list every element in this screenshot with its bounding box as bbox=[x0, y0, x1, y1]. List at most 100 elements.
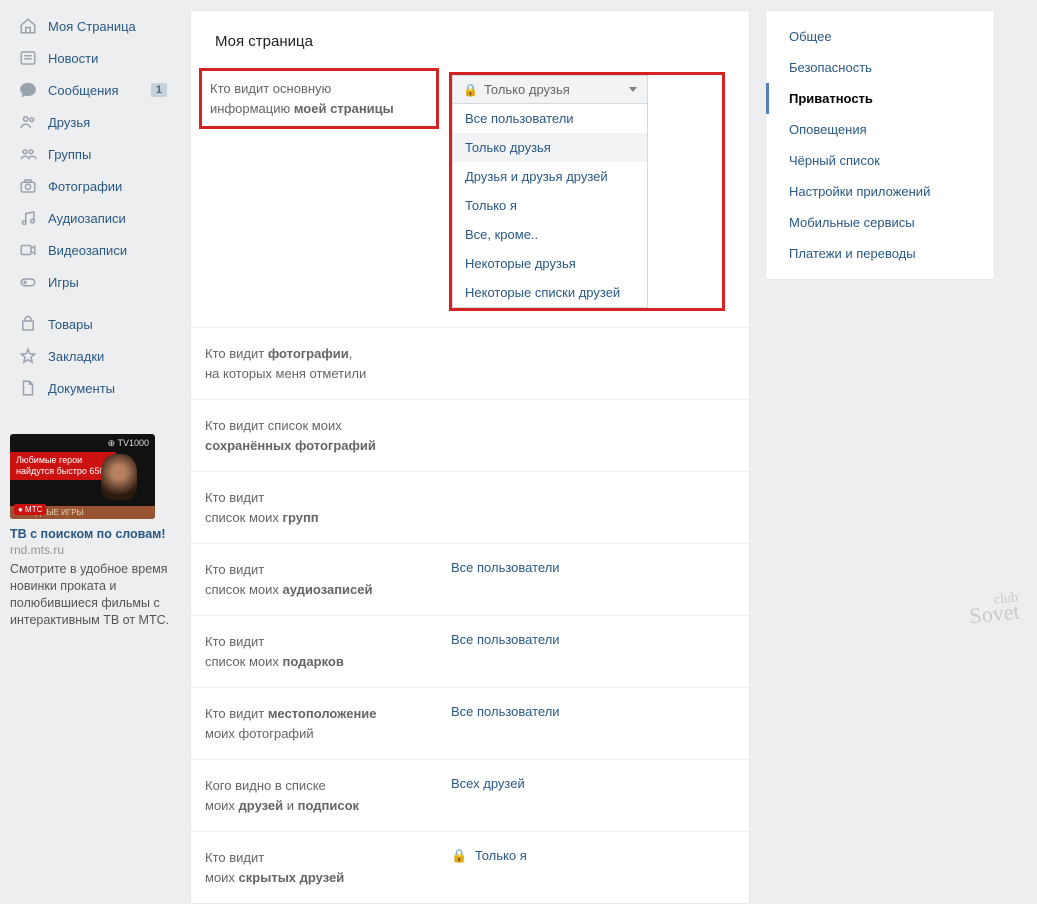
setting-label: Кто видит список моих групп bbox=[201, 488, 441, 527]
video-icon bbox=[18, 240, 38, 260]
setting-row-saved-photos: Кто видит список моих сохранённых фотогр… bbox=[191, 399, 749, 471]
dropdown-option[interactable]: Некоторые друзья bbox=[453, 249, 647, 278]
setting-label: Кто видит местоположение моих фотографий bbox=[201, 704, 441, 743]
ad-text: Смотрите в удобное время новинки проката… bbox=[10, 561, 175, 629]
settings-tab-privacy[interactable]: Приватность bbox=[766, 83, 994, 114]
settings-tab-apps[interactable]: Настройки приложений bbox=[766, 176, 994, 207]
gamepad-icon bbox=[18, 272, 38, 292]
setting-value[interactable]: 🔒 Только я bbox=[441, 848, 725, 864]
nav-market[interactable]: Товары bbox=[10, 308, 175, 340]
nav-label: Группы bbox=[48, 147, 167, 162]
page-title: Моя страница bbox=[191, 11, 749, 72]
dropdown-option[interactable]: Только я bbox=[453, 191, 647, 220]
camera-icon bbox=[18, 176, 38, 196]
settings-tab-mobile[interactable]: Мобильные сервисы bbox=[766, 207, 994, 238]
setting-label: Кто видит фотографии, на которых меня от… bbox=[201, 344, 441, 383]
dropdown-selected[interactable]: 🔒 Только друзья bbox=[452, 75, 648, 104]
settings-tab-payments[interactable]: Платежи и переводы bbox=[766, 238, 994, 269]
nav-messages[interactable]: Сообщения 1 bbox=[10, 74, 175, 106]
bag-icon bbox=[18, 314, 38, 334]
friends-icon bbox=[18, 112, 38, 132]
setting-label: Кого видно в списке моих друзей и подпис… bbox=[201, 776, 441, 815]
groups-icon bbox=[18, 144, 38, 164]
setting-value-link[interactable]: Все пользователи bbox=[451, 632, 560, 647]
nav-label: Видеозаписи bbox=[48, 243, 167, 258]
setting-row-groups: Кто видит список моих групп bbox=[191, 471, 749, 543]
nav-bookmarks[interactable]: Закладки bbox=[10, 340, 175, 372]
dropdown-option[interactable]: Некоторые списки друзей bbox=[453, 278, 647, 307]
nav-photos[interactable]: Фотографии bbox=[10, 170, 175, 202]
setting-value-link[interactable]: Все пользователи bbox=[451, 560, 560, 575]
setting-row-audio: Кто видит список моих аудиозаписей Все п… bbox=[191, 543, 749, 615]
nav-games[interactable]: Игры bbox=[10, 266, 175, 298]
dropdown-option[interactable]: Все пользователи bbox=[453, 104, 647, 133]
dropdown-selected-text: Только друзья bbox=[484, 82, 570, 97]
nav-label: Сообщения bbox=[48, 83, 151, 98]
nav-label: Игры bbox=[48, 275, 167, 290]
settings-panel: Моя страница Кто видит основную информац… bbox=[190, 10, 750, 904]
nav-my-page[interactable]: Моя Страница bbox=[10, 10, 175, 42]
setting-row-hidden-friends: Кто видит моих скрытых друзей 🔒 Только я bbox=[191, 831, 749, 903]
lock-icon: 🔒 bbox=[463, 83, 478, 97]
settings-nav: Общее Безопасность Приватность Оповещени… bbox=[765, 10, 995, 280]
nav-label: Аудиозаписи bbox=[48, 211, 167, 226]
setting-value-link[interactable]: Всех друзей bbox=[451, 776, 525, 791]
nav-label: Товары bbox=[48, 317, 167, 332]
messages-icon bbox=[18, 80, 38, 100]
setting-value[interactable]: Все пользователи bbox=[441, 704, 725, 719]
nav-news[interactable]: Новости bbox=[10, 42, 175, 74]
ad-mts-logo: ● МТС bbox=[14, 504, 46, 515]
chevron-down-icon bbox=[629, 87, 637, 92]
star-icon bbox=[18, 346, 38, 366]
dropdown-option[interactable]: Друзья и друзья друзей bbox=[453, 162, 647, 191]
setting-row-gifts: Кто видит список моих подарков Все польз… bbox=[191, 615, 749, 687]
setting-row-friends-list: Кого видно в списке моих друзей и подпис… bbox=[191, 759, 749, 831]
ad-tv-logo: ⊕ TV1000 bbox=[108, 438, 149, 449]
nav-documents[interactable]: Документы bbox=[10, 372, 175, 404]
dropdown-option[interactable]: Только друзья bbox=[453, 133, 647, 162]
nav-label: Моя Страница bbox=[48, 19, 167, 34]
ad-title: ТВ с поиском по словам! bbox=[10, 527, 175, 541]
setting-row-basic-info: Кто видит основную информацию моей стран… bbox=[191, 72, 749, 327]
home-icon bbox=[18, 16, 38, 36]
setting-row-location: Кто видит местоположение моих фотографий… bbox=[191, 687, 749, 759]
setting-value[interactable]: Все пользователи bbox=[441, 560, 725, 575]
nav-groups[interactable]: Группы bbox=[10, 138, 175, 170]
dropdown-highlight: 🔒 Только друзья Все пользователи Только … bbox=[449, 72, 725, 311]
nav-label: Новости bbox=[48, 51, 167, 66]
setting-label: Кто видит список моих сохранённых фотогр… bbox=[201, 416, 441, 455]
setting-label: Кто видит список моих аудиозаписей bbox=[201, 560, 441, 599]
settings-tab-blacklist[interactable]: Чёрный список bbox=[766, 145, 994, 176]
messages-badge: 1 bbox=[151, 83, 167, 97]
setting-value[interactable]: Всех друзей bbox=[441, 776, 725, 791]
settings-tab-general[interactable]: Общее bbox=[766, 21, 994, 52]
nav-label: Документы bbox=[48, 381, 167, 396]
setting-row-tagged-photos: Кто видит фотографии, на которых меня от… bbox=[191, 327, 749, 399]
ad-domain: rnd.mts.ru bbox=[10, 543, 175, 557]
setting-value: 🔒 Только друзья Все пользователи Только … bbox=[439, 72, 725, 311]
setting-label: Кто видит список моих подарков bbox=[201, 632, 441, 671]
document-icon bbox=[18, 378, 38, 398]
setting-value-link[interactable]: Все пользователи bbox=[451, 704, 560, 719]
lock-icon: 🔒 bbox=[451, 848, 467, 863]
dropdown-list: Все пользователи Только друзья Друзья и … bbox=[452, 104, 648, 308]
dropdown-option[interactable]: Все, кроме.. bbox=[453, 220, 647, 249]
nav-video[interactable]: Видеозаписи bbox=[10, 234, 175, 266]
setting-label: Кто видит основную информацию моей стран… bbox=[199, 68, 439, 129]
left-sidebar: Моя Страница Новости Сообщения 1 Друзья … bbox=[10, 10, 175, 904]
ad-image: ⊕ TV1000 Любимые герои найдутся быстро 6… bbox=[10, 434, 155, 519]
settings-tab-notifications[interactable]: Оповещения bbox=[766, 114, 994, 145]
ad-block[interactable]: ⊕ TV1000 Любимые герои найдутся быстро 6… bbox=[10, 434, 175, 629]
nav-friends[interactable]: Друзья bbox=[10, 106, 175, 138]
nav-audio[interactable]: Аудиозаписи bbox=[10, 202, 175, 234]
setting-value[interactable]: Все пользователи bbox=[441, 632, 725, 647]
music-icon bbox=[18, 208, 38, 228]
nav-label: Друзья bbox=[48, 115, 167, 130]
privacy-dropdown: 🔒 Только друзья Все пользователи Только … bbox=[452, 75, 648, 308]
setting-value-link[interactable]: Только я bbox=[475, 848, 527, 863]
settings-tab-security[interactable]: Безопасность bbox=[766, 52, 994, 83]
news-icon bbox=[18, 48, 38, 68]
nav-label: Фотографии bbox=[48, 179, 167, 194]
setting-label: Кто видит моих скрытых друзей bbox=[201, 848, 441, 887]
nav-label: Закладки bbox=[48, 349, 167, 364]
